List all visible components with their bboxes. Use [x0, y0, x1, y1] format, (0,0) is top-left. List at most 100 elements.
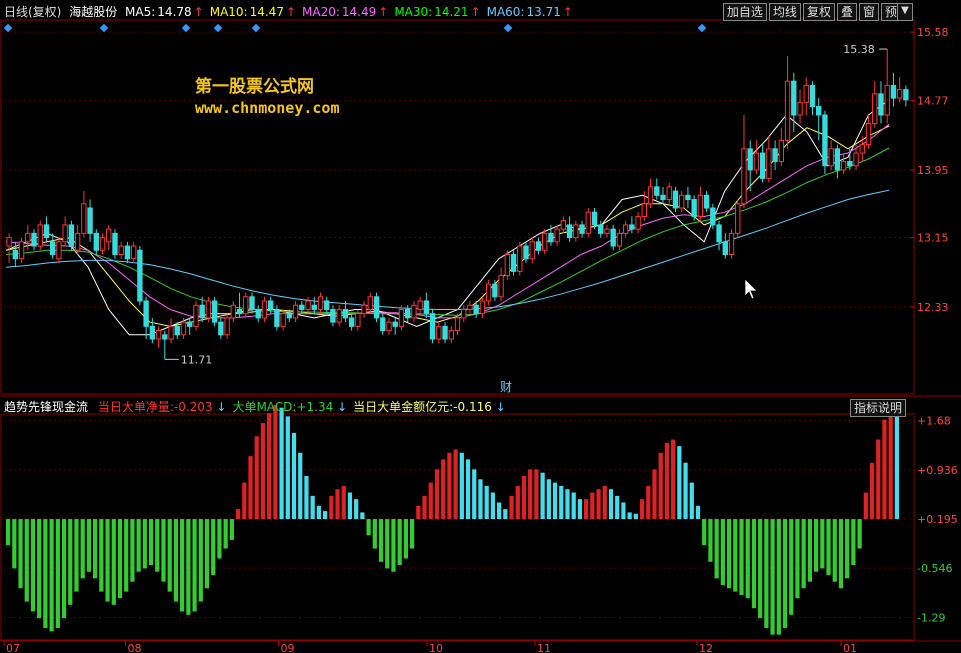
- candle-down: [847, 161, 853, 167]
- toolbar-button[interactable]: 均线: [768, 3, 801, 21]
- candle-down: [211, 300, 218, 323]
- candle-down: [473, 304, 479, 315]
- stock-chart[interactable]: 15.58 14.77 13.95 13.15 12.33 +1.68 +0.936 +0.1…: [0, 0, 961, 653]
- candle-down: [809, 84, 816, 108]
- indicator-bar-negative: [826, 519, 831, 576]
- ma-legend-item: MA60: 13.71 ↑: [487, 5, 573, 19]
- indicator-bar-negative: [217, 519, 222, 559]
- candle-up: [81, 203, 87, 234]
- candle-up: [529, 241, 535, 260]
- time-axis-label: 08: [128, 642, 142, 653]
- candle-up: [554, 228, 560, 243]
- indicator-bar-positive: [310, 495, 315, 520]
- indicator-bar-positive: [633, 513, 638, 520]
- indicator-bar-positive: [273, 405, 278, 520]
- time-axis-label: 01: [843, 642, 857, 653]
- candle-up: [479, 300, 486, 315]
- indicator-bar-positive: [876, 439, 881, 520]
- indicator-bar-positive: [322, 511, 328, 520]
- indicator-bar-negative: [782, 519, 788, 629]
- candle-down: [249, 296, 255, 310]
- toolbar-dropdown-button[interactable]: ▼: [897, 3, 913, 21]
- time-axis-label: 09: [281, 642, 295, 653]
- up-arrow-icon: ↑: [470, 5, 481, 19]
- event-marker-icon: 财: [500, 380, 512, 394]
- candle-down: [93, 232, 99, 251]
- indicator-bar-positive: [608, 489, 614, 520]
- indicator-bar-positive: [285, 416, 290, 520]
- indicator-help-button[interactable]: 指标说明: [850, 399, 907, 417]
- indicator-axis-label: -1.29: [917, 611, 945, 624]
- indicator-bar-positive: [360, 512, 365, 520]
- up-arrow-icon: ↑: [562, 5, 573, 19]
- candle-up: [604, 228, 610, 234]
- indicator-bar-negative: [838, 519, 844, 589]
- toolbar-button[interactable]: 加自选: [722, 3, 767, 21]
- candle-up: [647, 186, 654, 205]
- high-price-label: 15.38: [843, 43, 875, 56]
- indicator-bar-positive: [509, 495, 514, 520]
- candle-down: [143, 300, 149, 327]
- indicator-item-value: -0.203: [173, 400, 213, 414]
- indicator-bar-negative: [851, 519, 856, 566]
- candle-down: [610, 228, 616, 247]
- indicator-item: 大单MACD:+1.34 ↓: [232, 400, 347, 414]
- indicator-bar-positive: [596, 489, 601, 520]
- candle-down: [392, 321, 398, 327]
- candle-up: [560, 220, 567, 230]
- candle-up: [106, 228, 112, 243]
- ma-label: MA20:: [302, 5, 340, 19]
- indicator-bar-negative: [385, 519, 390, 569]
- candle-up: [224, 317, 230, 336]
- indicator-bar-negative: [155, 519, 160, 572]
- candle-down: [834, 148, 841, 171]
- indicator-bar-negative: [49, 519, 54, 632]
- ma-label: MA10:: [209, 5, 248, 19]
- indicator-bar-positive: [869, 462, 875, 520]
- indicator-bar-positive: [528, 469, 533, 520]
- candle-down: [703, 194, 710, 209]
- indicator-bar-negative: [720, 519, 725, 585]
- candle-up: [573, 224, 579, 239]
- candle-down: [566, 224, 573, 239]
- indicator-bar-negative: [223, 519, 228, 549]
- indicator-bar-negative: [30, 519, 36, 612]
- indicator-bar-negative: [55, 519, 60, 629]
- indicator-bar-negative: [714, 519, 719, 579]
- indicator-bar-negative: [68, 519, 73, 605]
- candle-up: [411, 304, 417, 319]
- candle-up: [355, 313, 361, 327]
- toolbar-button[interactable]: 窗: [858, 3, 879, 21]
- candle-down: [492, 283, 498, 298]
- candle-up: [205, 300, 212, 319]
- indicator-bar-negative: [366, 519, 371, 536]
- candle-down: [890, 84, 897, 99]
- candle-down: [218, 321, 224, 336]
- indicator-bar-positive: [329, 495, 334, 520]
- down-arrow-icon: ↓: [212, 400, 227, 414]
- toolbar-button[interactable]: 叠: [836, 3, 857, 21]
- candle-up: [635, 215, 641, 230]
- candle-up: [542, 232, 548, 251]
- indicator-bar-negative: [80, 519, 85, 579]
- indicator-bar-negative: [776, 519, 781, 635]
- candle-up: [317, 296, 324, 310]
- toolbar-button[interactable]: 复权: [802, 3, 835, 21]
- indicator-title[interactable]: 趋势先锋现金流: [4, 400, 88, 414]
- candle-down: [510, 254, 517, 272]
- indicator-item-value: -0.116: [453, 400, 492, 414]
- candle-up: [504, 254, 511, 277]
- candle-up: [784, 80, 791, 141]
- candle-up: [62, 224, 68, 243]
- candle-down: [423, 300, 430, 315]
- indicator-header: 趋势先锋现金流 当日大单净量:-0.203 ↓ 大单MACD:+1.34 ↓ 当日大…: [4, 399, 506, 415]
- indicator-bar-positive: [441, 459, 446, 520]
- candle-up: [728, 232, 735, 255]
- indicator-bar-positive: [416, 505, 421, 520]
- ma-legend-item: MA20: 14.49 ↑: [302, 5, 388, 19]
- indicator-bar-negative: [74, 519, 79, 592]
- ma-label: MA5:: [125, 5, 156, 19]
- info-diamond-icon: [251, 23, 261, 33]
- period-label[interactable]: 日线(复权): [4, 5, 61, 19]
- candle-up: [193, 304, 199, 327]
